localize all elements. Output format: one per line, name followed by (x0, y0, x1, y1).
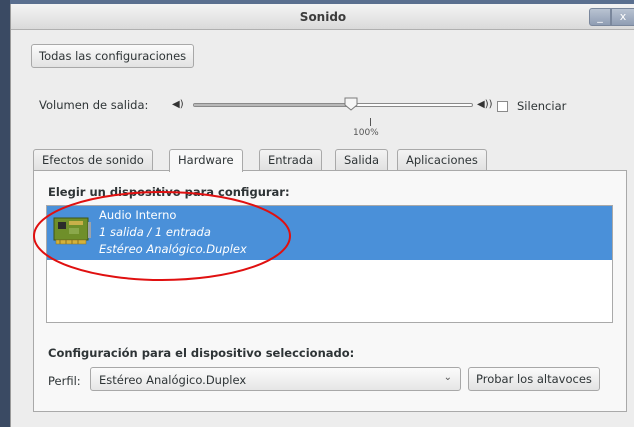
minimize-button[interactable]: _ (589, 8, 611, 26)
tab-applications[interactable]: Aplicaciones (397, 149, 487, 171)
profile-label: Perfil: (48, 374, 81, 388)
sound-card-icon (53, 217, 91, 245)
title-bar[interactable]: Sonido _ x (11, 4, 634, 30)
mute-checkbox[interactable] (497, 101, 508, 112)
device-config-heading: Configuración para el dispositivo selecc… (48, 346, 355, 360)
window-title: Sonido (299, 10, 347, 24)
chevron-down-icon: ⌄ (443, 372, 452, 383)
tab-output[interactable]: Salida (335, 149, 389, 171)
all-settings-button[interactable]: Todas las configuraciones (31, 44, 195, 68)
speaker-low-icon: ◀) (172, 99, 184, 110)
slider-handle[interactable] (344, 97, 358, 111)
output-volume-label: Volumen de salida: (39, 98, 149, 112)
desktop-background-left (0, 0, 10, 427)
test-speakers-button[interactable]: Probar los altavoces (468, 367, 600, 391)
sound-window: Sonido _ x Todas las configuraciones Vol… (10, 4, 634, 427)
profile-selected-value: Estéreo Analógico.Duplex (99, 373, 247, 387)
tab-hardware[interactable]: Hardware (169, 149, 243, 172)
speaker-high-icon: ◀)) (477, 99, 493, 110)
slider-100-tick (370, 118, 371, 126)
hardware-tab-panel: Elegir un dispositivo para configurar: A… (33, 170, 627, 412)
device-profile: Estéreo Analógico.Duplex (99, 242, 247, 256)
choose-device-heading: Elegir un dispositivo para configurar: (48, 185, 290, 199)
device-list-item[interactable]: Audio Interno 1 salida / 1 entrada Estér… (47, 206, 612, 260)
tab-sound-effects[interactable]: Efectos de sonido (33, 149, 153, 171)
close-button[interactable]: x (611, 8, 634, 26)
profile-select[interactable]: Estéreo Analógico.Duplex ⌄ (90, 367, 461, 391)
device-name: Audio Interno (99, 208, 177, 222)
slider-fill (194, 104, 352, 106)
device-list[interactable]: Audio Interno 1 salida / 1 entrada Estér… (46, 205, 613, 323)
output-volume-slider[interactable] (193, 103, 473, 107)
tab-input[interactable]: Entrada (259, 149, 323, 171)
slider-100-mark-label: 100% (353, 128, 379, 138)
device-ports: 1 salida / 1 entrada (99, 225, 211, 239)
mute-label[interactable]: Silenciar (517, 99, 566, 113)
